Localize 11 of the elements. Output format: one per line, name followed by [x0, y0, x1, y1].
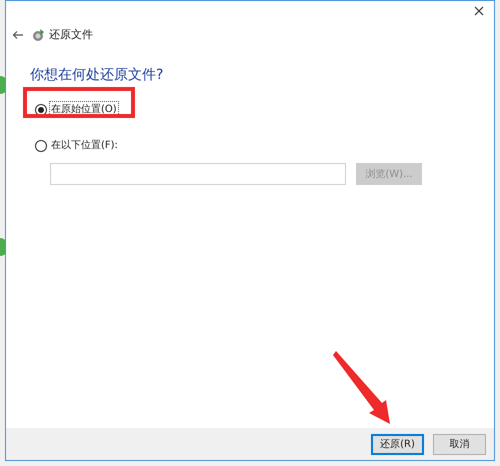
back-arrow-icon[interactable] — [12, 30, 24, 40]
dialog-button[interactable]: 还原(R) — [371, 434, 424, 454]
question-heading: 你想在何处还原文件? — [30, 66, 164, 85]
radio-label[interactable]: 在以下位置(F): — [49, 137, 120, 154]
radio-button[interactable] — [35, 140, 47, 152]
restore-files-icon — [32, 28, 46, 42]
window-title: 还原文件 — [49, 26, 93, 43]
path-input-field[interactable] — [50, 163, 346, 185]
close-icon[interactable] — [474, 6, 484, 16]
radio-button[interactable] — [35, 104, 47, 116]
dialog-button[interactable]: 取消 — [433, 434, 486, 454]
